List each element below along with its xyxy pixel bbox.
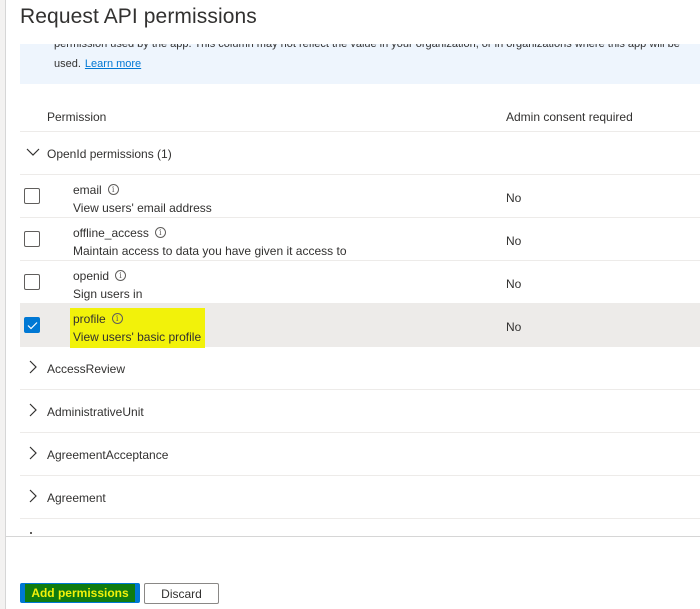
info-banner-text-line2: used. Learn more: [54, 58, 141, 70]
group-accessreview[interactable]: AccessReview: [20, 347, 700, 390]
column-header-admin-consent: Admin consent required: [506, 110, 633, 124]
group-label: Agreement: [47, 491, 106, 505]
info-banner-text-line1: permission used by the app. This column …: [54, 44, 680, 50]
permission-description: Sign users in: [73, 287, 143, 301]
permission-row-offline-access[interactable]: offline_access i Maintain access to data…: [20, 218, 700, 261]
permission-checkbox[interactable]: [24, 188, 40, 204]
permission-description: Maintain access to data you have given i…: [73, 244, 347, 258]
group-label: AdministrativeUnit: [47, 405, 144, 419]
group-label: AccessReview: [47, 362, 126, 376]
permission-name: profile: [73, 311, 106, 326]
footer-divider: [6, 536, 700, 537]
group-openid-permissions[interactable]: OpenId permissions (1): [20, 132, 700, 175]
chevron-right-icon: [29, 403, 37, 417]
permission-name: openid: [73, 268, 110, 283]
info-icon[interactable]: i: [115, 270, 127, 281]
permission-row-openid[interactable]: openid i Sign users in No: [20, 261, 700, 304]
permission-description: View users' email address: [73, 201, 212, 215]
permission-checkbox[interactable]: [24, 231, 40, 247]
group-agreement[interactable]: Agreement: [20, 476, 700, 519]
partially-visible-row-marker: [30, 532, 32, 534]
admin-consent-value: No: [506, 191, 522, 205]
permission-row-email[interactable]: email i View users' email address No: [20, 175, 700, 218]
permission-checkbox[interactable]: [24, 274, 40, 290]
checkmark-icon: [27, 322, 38, 330]
chevron-right-icon: [29, 489, 37, 503]
admin-consent-value: No: [506, 320, 522, 334]
table-header: Permission Admin consent required: [20, 98, 700, 132]
info-icon[interactable]: i: [111, 313, 123, 324]
chevron-down-icon: [26, 148, 40, 156]
admin-consent-value: No: [506, 277, 522, 291]
add-permissions-label: Add permissions: [25, 584, 135, 602]
info-banner: permission used by the app. This column …: [20, 44, 700, 84]
permission-name: email: [73, 182, 102, 197]
permission-text: email i View users' email address: [70, 179, 216, 219]
permission-text-highlighted: profile i View users' basic profile: [70, 308, 206, 348]
info-icon[interactable]: i: [154, 227, 166, 238]
info-icon[interactable]: i: [107, 184, 119, 195]
chevron-right-icon: [29, 360, 37, 374]
chevron-right-icon: [29, 446, 37, 460]
admin-consent-value: No: [506, 234, 522, 248]
permission-text: offline_access i Maintain access to data…: [70, 222, 351, 262]
permission-checkbox-checked[interactable]: [24, 317, 40, 333]
permission-description: View users' basic profile: [73, 330, 202, 344]
column-header-permission: Permission: [47, 110, 107, 124]
permission-text: openid i Sign users in: [70, 265, 146, 305]
info-banner-text: used.: [54, 58, 81, 70]
request-api-permissions-panel: Request API permissions permission used …: [6, 0, 700, 609]
group-administrativeunit[interactable]: AdministrativeUnit: [20, 390, 700, 433]
permissions-table: Permission Admin consent required OpenId…: [20, 98, 700, 519]
group-agreementacceptance[interactable]: AgreementAcceptance: [20, 433, 700, 476]
permission-name: offline_access: [73, 225, 149, 240]
learn-more-link[interactable]: Learn more: [85, 58, 141, 70]
add-permissions-button[interactable]: Add permissions: [20, 583, 140, 603]
group-label: OpenId permissions (1): [47, 147, 172, 161]
group-label: AgreementAcceptance: [47, 448, 169, 462]
permission-row-profile[interactable]: profile i View users' basic profile No: [20, 304, 700, 348]
discard-button[interactable]: Discard: [144, 583, 219, 604]
panel-title: Request API permissions: [20, 5, 257, 28]
